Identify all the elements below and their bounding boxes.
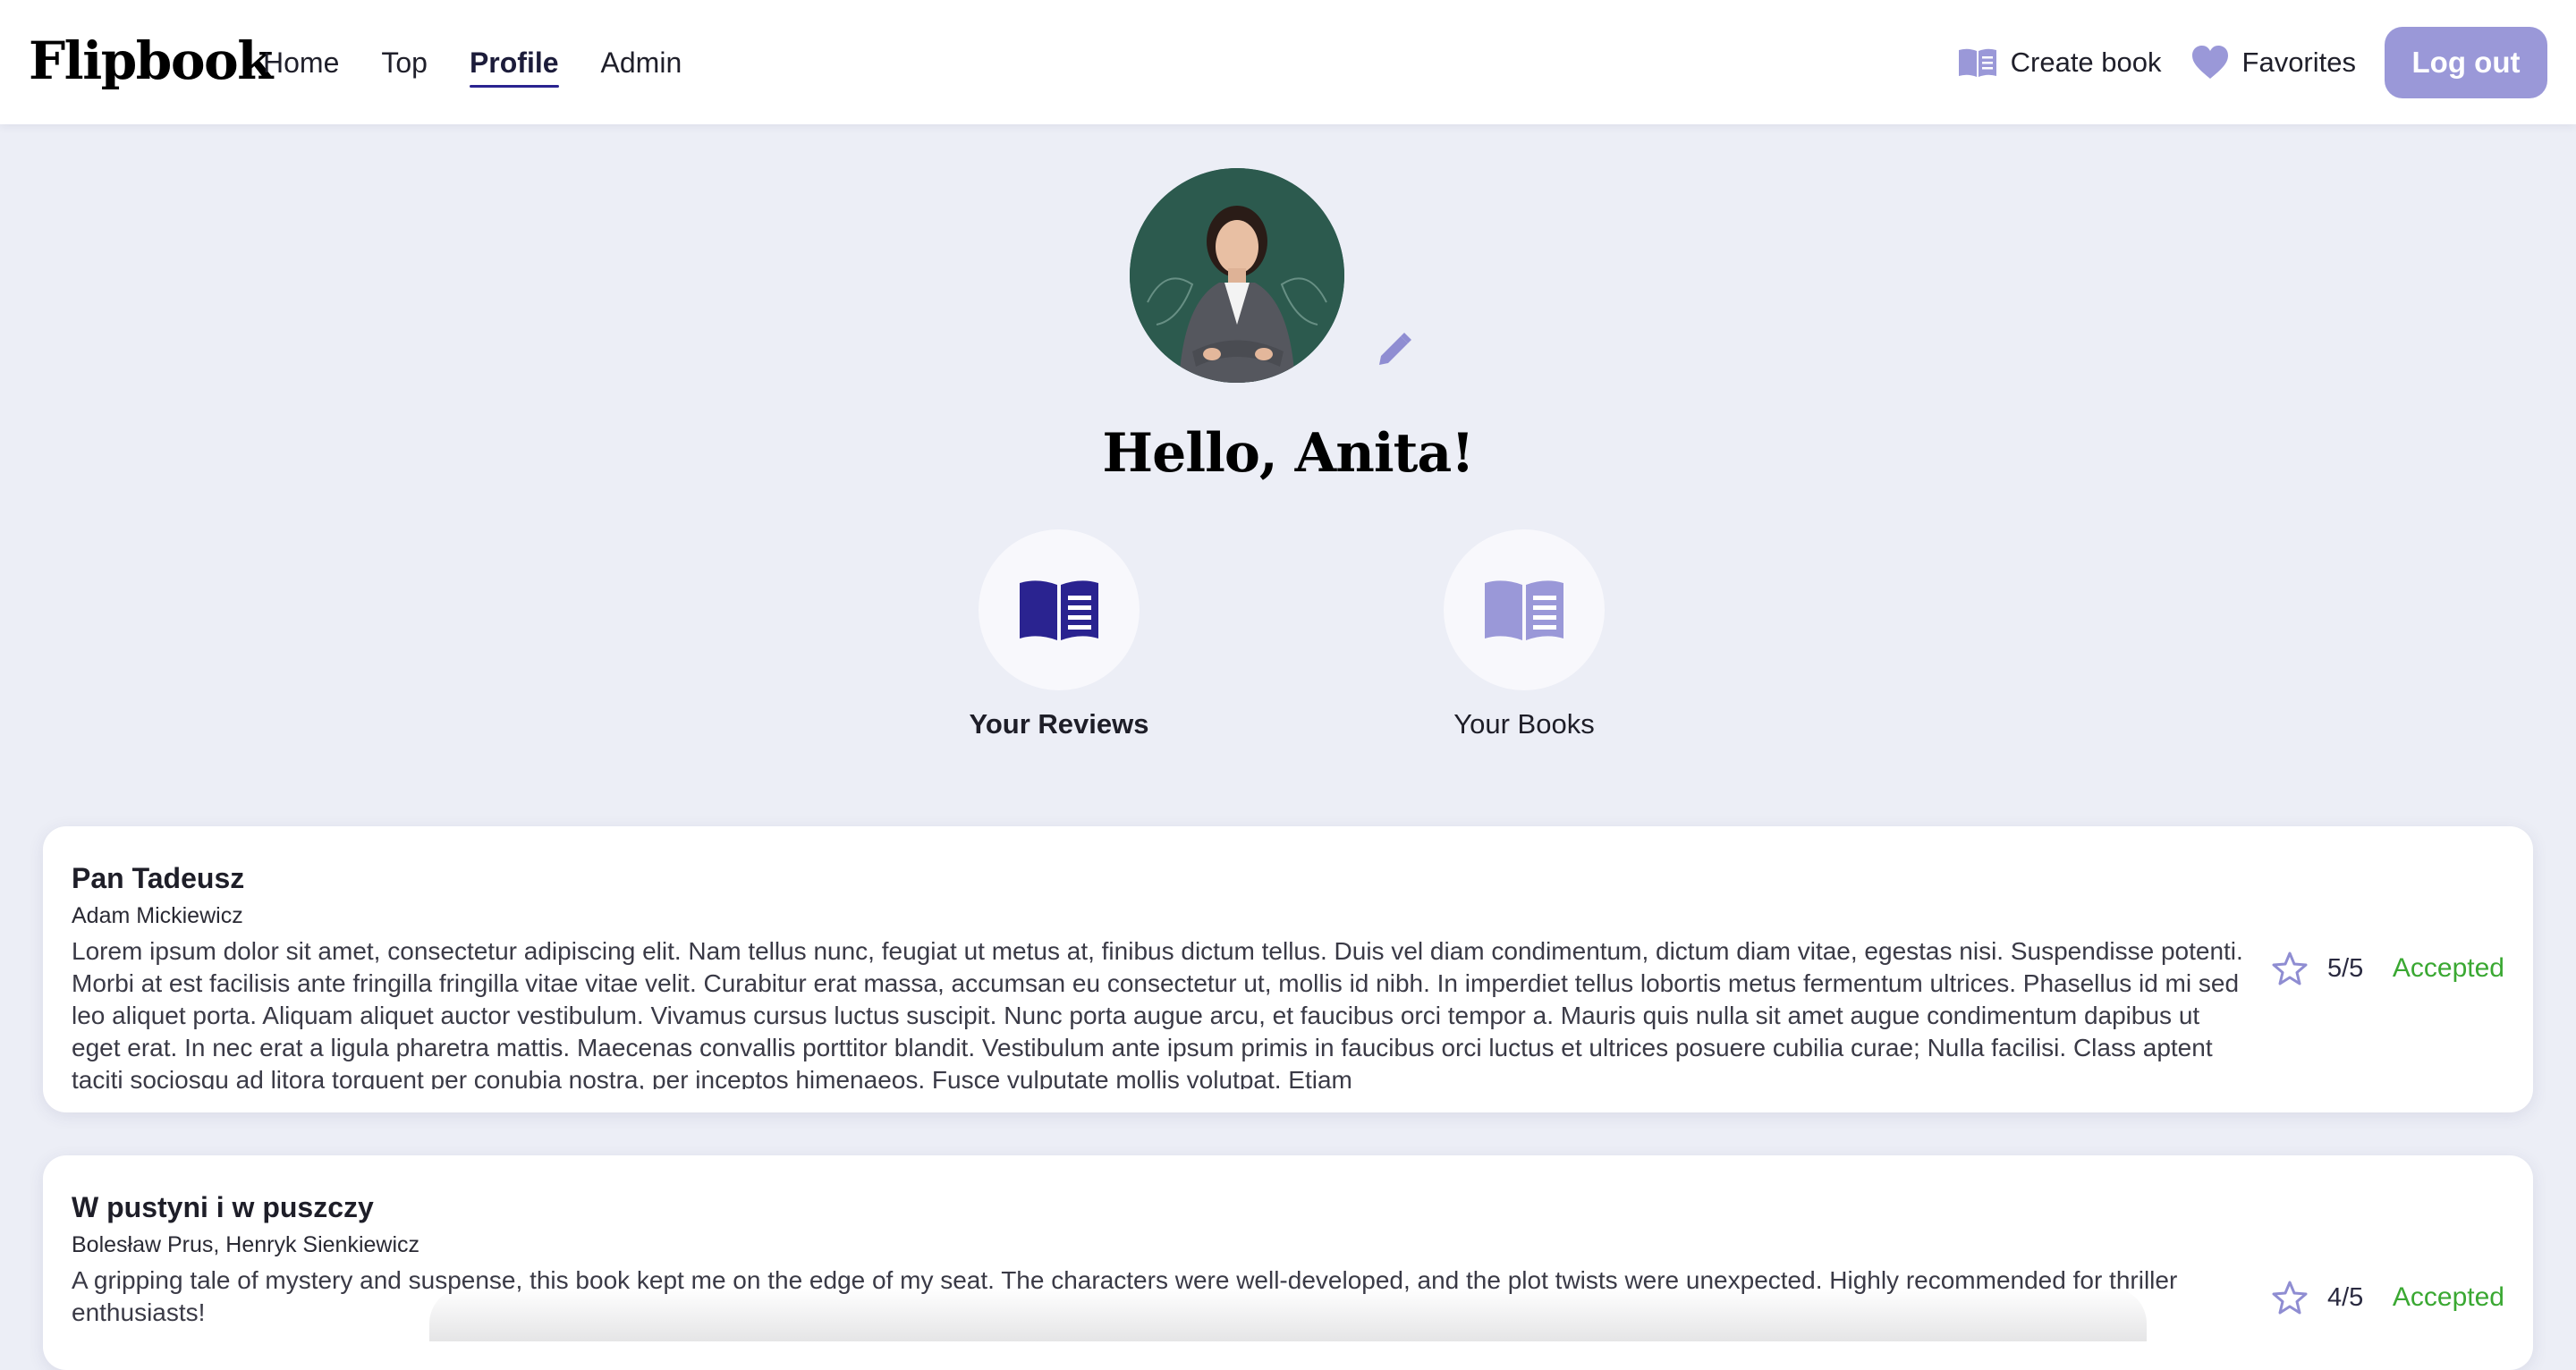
tab-label: Your Books xyxy=(1453,708,1595,740)
review-book-author: Bolesław Prus, Henryk Sienkiewicz xyxy=(72,1232,420,1257)
star-icon xyxy=(2272,951,2308,985)
pencil-icon xyxy=(1379,333,1411,365)
review-text: A gripping tale of mystery and suspense,… xyxy=(72,1266,2178,1326)
main-nav: Home Top Profile Admin xyxy=(263,43,724,88)
create-book-label: Create book xyxy=(2010,47,2162,78)
tab-icon-circle xyxy=(1444,529,1605,690)
nav-item-profile[interactable]: Profile xyxy=(469,43,559,88)
review-rating-value: 5/5 xyxy=(2327,953,2364,983)
logout-button[interactable]: Log out xyxy=(2385,27,2547,98)
review-text: Lorem ipsum dolor sit amet, consectetur … xyxy=(72,937,2243,1089)
nav-item-top[interactable]: Top xyxy=(381,43,428,86)
status-badge: Accepted xyxy=(2392,1282,2504,1312)
book-icon xyxy=(1020,580,1098,640)
review-book-author: Adam Mickiewicz xyxy=(72,903,243,928)
status-badge: Accepted xyxy=(2392,953,2504,983)
book-icon xyxy=(1485,580,1563,640)
nav-item-home[interactable]: Home xyxy=(263,43,339,86)
nav-item-admin[interactable]: Admin xyxy=(601,43,682,86)
favorites-link[interactable]: Favorites xyxy=(2190,45,2356,80)
book-icon xyxy=(1958,48,1996,77)
review-card[interactable]: W pustyni i w puszczy Bolesław Prus, Hen… xyxy=(43,1155,2533,1370)
create-book-link[interactable]: Create book xyxy=(1957,47,2162,79)
greeting-heading: Hello, Anita! xyxy=(1102,422,1474,485)
review-book-title: W pustyni i w puszczy xyxy=(72,1191,374,1223)
review-book-title: Pan Tadeusz xyxy=(72,862,245,894)
app-logo[interactable]: Flipbook xyxy=(29,30,273,91)
avatar xyxy=(1130,168,1344,383)
review-card[interactable]: Pan Tadeusz Adam Mickiewicz Lorem ipsum … xyxy=(43,826,2533,1112)
avatar-photo xyxy=(1130,168,1344,383)
review-rating: 4/5 xyxy=(2272,1281,2363,1315)
tab-your-books[interactable]: Your Books xyxy=(1408,529,1640,740)
review-rating-value: 4/5 xyxy=(2327,1282,2364,1312)
tab-your-reviews[interactable]: Your Reviews xyxy=(943,529,1175,740)
tab-icon-circle xyxy=(979,529,1140,690)
heart-icon xyxy=(2191,46,2228,79)
top-navigation-bar: Flipbook Home Top Profile Admin Create b… xyxy=(0,0,2576,124)
review-rating: 5/5 xyxy=(2272,951,2363,985)
star-icon xyxy=(2272,1281,2308,1315)
favorites-label: Favorites xyxy=(2241,47,2356,78)
header-actions: Create book Favorites Log out xyxy=(1957,27,2547,98)
edit-profile-button[interactable] xyxy=(1374,331,1413,370)
tab-label: Your Reviews xyxy=(969,708,1149,740)
